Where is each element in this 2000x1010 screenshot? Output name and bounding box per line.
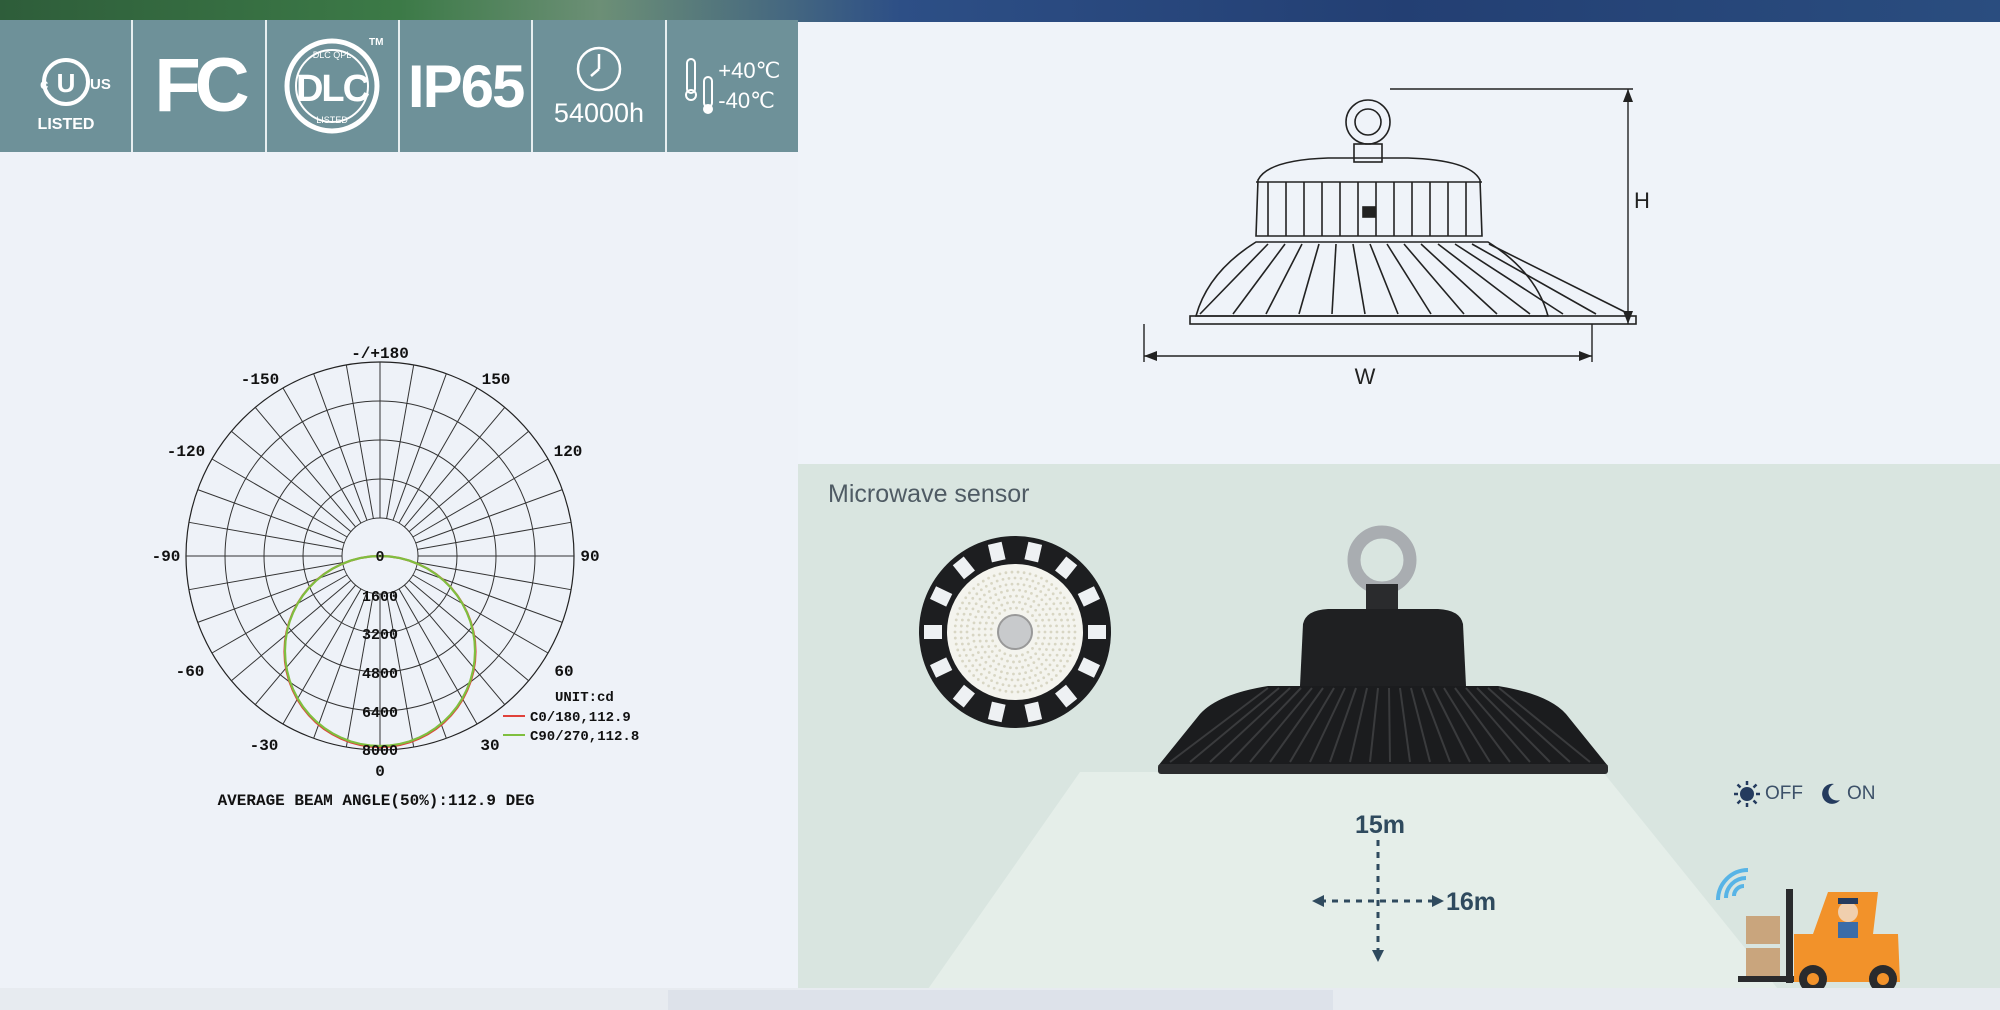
- fc-badge: FC: [133, 20, 267, 152]
- angle-label-0: 0: [375, 763, 385, 781]
- wifi-signal-icon: [1716, 868, 1749, 901]
- polar-spoke: [404, 584, 506, 705]
- angle-label-m30: -30: [250, 737, 279, 755]
- hanging-ring-drawing: [1345, 99, 1391, 145]
- sensor-illustration: 15m 16m: [919, 525, 1900, 989]
- radial-label-8000: 8000: [362, 743, 398, 760]
- thermometer-icon: [685, 58, 714, 114]
- polar-spoke: [417, 562, 572, 591]
- angle-label-m90: -90: [152, 548, 181, 566]
- width-label: W: [1355, 364, 1376, 389]
- angle-label-p90: 90: [580, 548, 599, 566]
- dimension-drawing-panel: H W: [798, 22, 2000, 464]
- polar-light-distribution-chart: -/+180 -150 150 -120 120 -90 90 -60 60 -…: [152, 345, 640, 810]
- polar-spoke: [313, 373, 368, 521]
- lifetime-text: 54000h: [553, 97, 645, 128]
- dlc-logo-icon: DLC QPL DLC LISTED TM: [284, 37, 384, 134]
- polar-spoke: [408, 580, 529, 682]
- temp-high-text: +40℃: [718, 58, 781, 83]
- sensor-status-legend: OFF ON: [1733, 780, 1876, 808]
- clock-icon: [576, 46, 622, 91]
- legend-label-c0: C0/180,112.9: [530, 710, 631, 726]
- svg-text:U: U: [56, 68, 75, 98]
- fixture-side-view: [1158, 525, 1608, 774]
- temperature-badge: +40℃ -40℃: [667, 20, 798, 152]
- polar-spoke: [392, 591, 447, 739]
- unit-label: UNIT:cd: [555, 690, 614, 706]
- ul-us-text: US: [90, 76, 111, 93]
- beam-angle-caption: AVERAGE BEAM ANGLE(50%):112.9 DEG: [218, 792, 535, 810]
- polar-spoke: [254, 407, 356, 528]
- polar-spoke: [412, 458, 549, 538]
- ul-listed-badge: U c US LISTED: [0, 20, 134, 152]
- legend-label-c90: C90/270,112.8: [530, 729, 639, 745]
- dlc-badge: DLC QPL DLC LISTED TM: [267, 20, 400, 152]
- ip-rating-badge: IP65: [400, 20, 534, 152]
- polar-spoke: [282, 387, 362, 524]
- ip-rating-text: IP65: [407, 52, 525, 120]
- off-label: OFF: [1765, 783, 1803, 804]
- certification-bar: U c US LISTED FC DLC QPL DLC LISTED TM I…: [0, 20, 798, 152]
- lens-plate-drawing: [1189, 315, 1637, 325]
- polar-spoke: [404, 407, 506, 528]
- polar-spoke: [392, 373, 447, 521]
- radial-label-1600: 1600: [362, 589, 398, 606]
- light-distribution-panel: -/+180 -150 150 -120 120 -90 90 -60 60 -…: [0, 152, 798, 990]
- fc-logo-text: FC: [154, 43, 249, 128]
- angle-label-p120: 120: [554, 443, 583, 461]
- polar-spoke: [417, 521, 572, 550]
- polar-spoke: [231, 580, 352, 682]
- on-label: ON: [1847, 783, 1876, 804]
- polar-spoke: [398, 387, 478, 524]
- radial-label-4800: 4800: [362, 666, 398, 683]
- dlc-tm-text: TM: [369, 37, 383, 48]
- dlc-top-text: DLC QPL: [313, 50, 352, 60]
- polar-spoke: [197, 489, 345, 544]
- forklift-icon: [1738, 889, 1900, 989]
- polar-spoke: [188, 562, 343, 591]
- radial-label-6400: 6400: [362, 705, 398, 722]
- angle-label-180: -/+180: [351, 345, 409, 363]
- ul-logo-icon: U c US LISTED: [37, 58, 111, 133]
- lifetime-badge: 54000h: [533, 20, 667, 152]
- microwave-sensor-panel: Microwave sensor 15m 16m OFF ON: [798, 464, 2000, 989]
- dimension-drawing: H W: [1143, 88, 1650, 389]
- moon-icon: [1822, 783, 1840, 804]
- temp-low-text: -40℃: [718, 88, 775, 113]
- angle-label-p60: 60: [554, 663, 573, 681]
- bottom-strip: [0, 988, 2000, 1010]
- angle-label-m60: -60: [176, 663, 205, 681]
- polar-spoke: [231, 430, 352, 532]
- height-range-label: 15m: [1355, 811, 1405, 839]
- polar-spoke: [211, 574, 348, 654]
- angle-label-p150: 150: [482, 371, 511, 389]
- fixture-bottom-view: [919, 536, 1111, 728]
- height-label: H: [1634, 188, 1650, 213]
- center-label-0: 0: [375, 549, 384, 566]
- polar-spoke: [408, 430, 529, 532]
- polar-spoke: [211, 458, 348, 538]
- dlc-bottom-text: LISTED: [317, 115, 349, 125]
- angle-label-m120: -120: [167, 443, 205, 461]
- polar-spoke: [313, 591, 368, 739]
- svg-text:DLC: DLC: [296, 68, 370, 110]
- angle-label-m150: -150: [241, 371, 279, 389]
- heatsink-drawing: [1194, 241, 1550, 317]
- top-photo-strip: [0, 0, 2000, 22]
- horizontal-range-label: 16m: [1446, 888, 1496, 916]
- polar-spoke: [254, 584, 356, 705]
- angle-label-p30: 30: [480, 737, 499, 755]
- sun-icon: [1734, 781, 1760, 807]
- detection-beam: [928, 772, 1778, 989]
- polar-spoke: [386, 364, 415, 519]
- polar-spoke: [412, 574, 549, 654]
- radial-label-3200: 3200: [362, 627, 398, 644]
- polar-spoke: [415, 489, 563, 544]
- polar-spoke: [188, 521, 343, 550]
- ul-listed-text: LISTED: [37, 116, 94, 133]
- ul-c-text: c: [40, 76, 48, 93]
- polar-spoke: [345, 364, 374, 519]
